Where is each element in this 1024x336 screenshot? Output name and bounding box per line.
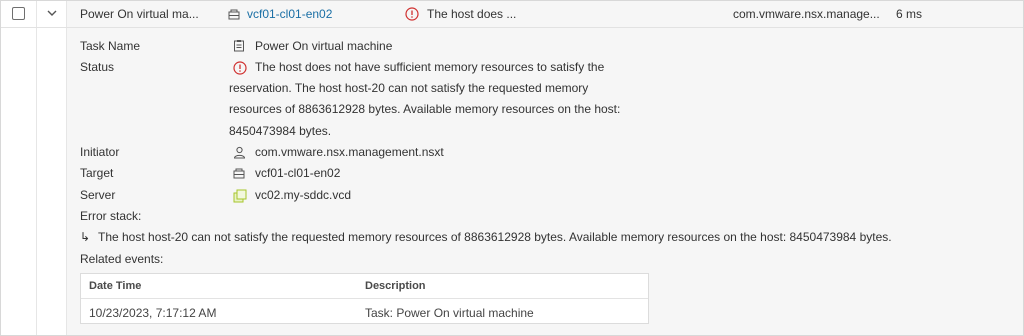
- host-icon: [228, 9, 240, 20]
- chevron-down-icon[interactable]: [45, 6, 59, 20]
- select-gutter: [1, 1, 37, 335]
- status-line: The host does not have sufficient memory…: [255, 60, 605, 74]
- server-label: Server: [80, 188, 116, 202]
- user-icon: [233, 146, 246, 159]
- task-name-value: Power On virtual machine: [255, 39, 393, 53]
- related-events-table: Date Time Description 10/23/2023, 7:17:1…: [80, 273, 649, 324]
- related-events-label: Related events:: [80, 252, 164, 266]
- row-status: The host does ...: [427, 7, 517, 21]
- row-initiator: com.vmware.nsx.manage...: [733, 7, 880, 21]
- server-icon: [233, 189, 247, 203]
- server-link[interactable]: vc02.my-sddc.vcd: [255, 188, 351, 202]
- clipboard-icon: [234, 40, 244, 52]
- initiator-label: Initiator: [80, 145, 120, 159]
- row-target-link[interactable]: vcf01-cl01-en02: [247, 7, 332, 21]
- table-cell-date-time: 10/23/2023, 7:17:12 AM: [89, 306, 217, 320]
- row-checkbox[interactable]: [12, 7, 25, 20]
- row-divider: [1, 27, 1023, 28]
- error-stack-arrow-icon: ↳: [80, 230, 91, 244]
- column-header-date-time[interactable]: Date Time: [89, 280, 141, 292]
- row-duration: 6 ms: [896, 7, 923, 21]
- row-task-name: Power On virtual ma...: [80, 7, 199, 21]
- initiator-value: com.vmware.nsx.management.nsxt: [255, 145, 444, 159]
- task-details-panel: Power On virtual ma... vcf01-cl01-en02 T…: [0, 0, 1024, 336]
- target-link[interactable]: vcf01-cl01-en02: [255, 166, 340, 180]
- task-name-label: Task Name: [80, 39, 141, 53]
- status-label: Status: [80, 60, 115, 74]
- error-icon: [233, 61, 247, 75]
- host-icon: [233, 168, 245, 179]
- table-cell-description: Task: Power On virtual machine: [365, 306, 534, 320]
- status-line: 8450473984 bytes.: [229, 124, 332, 138]
- status-line: resources of 8863612928 bytes. Available…: [229, 102, 621, 116]
- error-stack-text: The host host-20 can not satisfy the req…: [98, 230, 892, 244]
- target-label: Target: [80, 166, 114, 180]
- status-line: reservation. The host host-20 can not sa…: [229, 81, 589, 95]
- error-icon: [405, 7, 419, 21]
- error-stack-label: Error stack:: [80, 209, 142, 223]
- column-header-description[interactable]: Description: [365, 280, 426, 292]
- expand-gutter: [37, 1, 67, 335]
